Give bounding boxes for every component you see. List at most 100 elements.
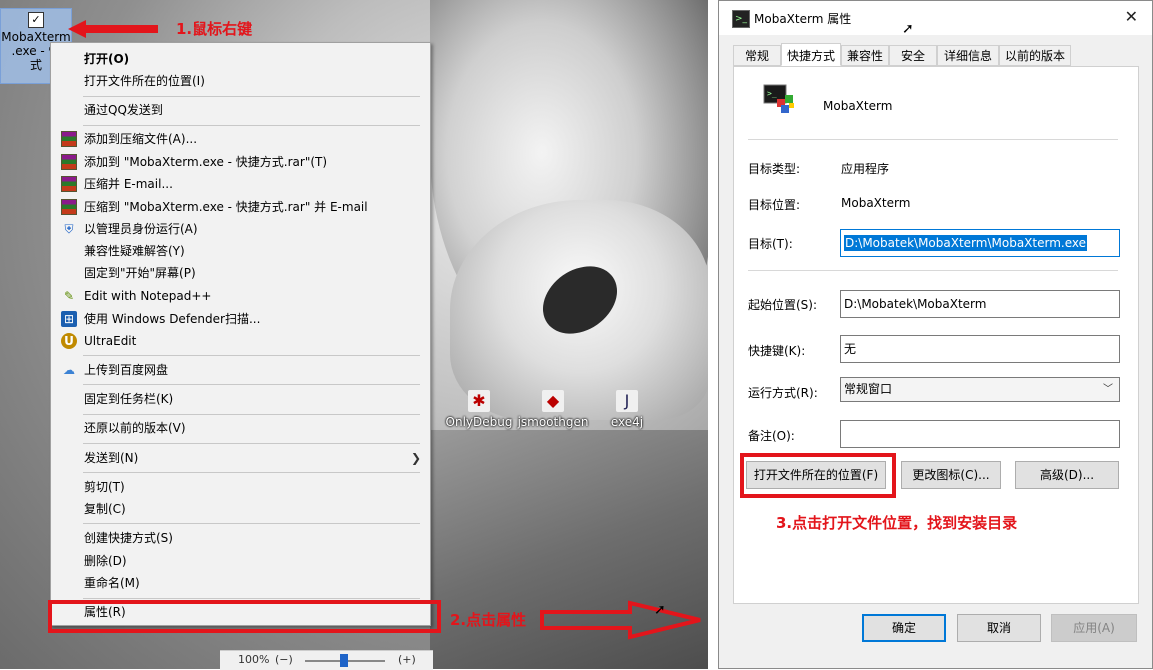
menu-item-label: 打开(O) — [84, 52, 130, 66]
menu-item-label: Edit with Notepad++ — [84, 289, 212, 303]
menu-item-compress-rar-email[interactable]: 压缩到 "MobaXterm.exe - 快捷方式.rar" 并 E-mail — [52, 196, 429, 218]
menu-item-label: 发送到(N) — [84, 451, 139, 465]
menu-item-label: 使用 Windows Defender扫描... — [84, 312, 261, 326]
comment-input[interactable] — [840, 420, 1120, 448]
menu-item-label: 以管理员身份运行(A) — [84, 222, 198, 236]
cancel-button[interactable]: 取消 — [957, 614, 1041, 642]
dialog-titlebar[interactable]: >_ MobaXterm 属性 ✕ — [719, 1, 1152, 35]
desktop-icon-exe4j[interactable]: J exe4j — [605, 390, 649, 429]
menu-item-add-archive[interactable]: 添加到压缩文件(A)... — [52, 128, 429, 150]
winrar-icon — [61, 176, 77, 192]
menu-item-label: 固定到任务栏(K) — [84, 392, 174, 406]
start-in-label: 起始位置(S): — [748, 298, 818, 312]
start-in-input[interactable]: D:\Mobatek\MobaXterm — [840, 290, 1120, 318]
menu-separator — [83, 598, 420, 599]
target-input-text: D:\Mobatek\MobaXterm\MobaXterm.exe — [844, 235, 1087, 251]
tab-compatibility[interactable]: 兼容性 — [841, 45, 889, 66]
tab-details[interactable]: 详细信息 — [937, 45, 999, 66]
desktop-icon-jsmoothgen[interactable]: ◆ jsmoothgen — [516, 390, 590, 429]
menu-separator — [83, 355, 420, 356]
menu-separator — [83, 414, 420, 415]
change-icon-button[interactable]: 更改图标(C)... — [901, 461, 1001, 489]
winrar-icon — [61, 131, 77, 147]
shortcut-key-input[interactable]: 无 — [840, 335, 1120, 363]
menu-item-baidu-upload[interactable]: ☁ 上传到百度网盘 — [52, 359, 429, 381]
menu-item-defender-scan[interactable]: ⊞ 使用 Windows Defender扫描... — [52, 308, 429, 330]
menu-item-label: 固定到"开始"屏幕(P) — [84, 266, 196, 280]
menu-item-send-to[interactable]: 发送到(N) ❯ — [52, 447, 429, 469]
winrar-icon — [61, 199, 77, 215]
menu-item-label: 删除(D) — [84, 554, 127, 568]
advanced-button[interactable]: 高级(D)... — [1015, 461, 1119, 489]
annotation-step2: 2.点击属性 — [450, 611, 527, 629]
desktop-icon-label: jsmoothgen — [517, 415, 589, 429]
check-icon: ✓ — [28, 12, 44, 28]
desktop-background: ✓ MobaXterm .exe - 快 式 ✱ OnlyDebug ◆ jsm… — [0, 0, 708, 669]
mobaxterm-large-icon: >_ — [763, 84, 794, 113]
zoom-in-button[interactable]: (+) — [398, 653, 416, 666]
menu-item-run-as-admin[interactable]: ⛨ 以管理员身份运行(A) — [52, 218, 429, 240]
mouse-cursor-icon: ➚ — [902, 21, 914, 37]
highlight-open-location — [740, 453, 896, 498]
target-type-label: 目标类型: — [748, 162, 801, 176]
run-select[interactable]: 常规窗口 ﹀ — [840, 377, 1120, 402]
dialog-title: MobaXterm 属性 — [754, 12, 852, 26]
context-menu: 打开(O) 打开文件所在的位置(I) 通过QQ发送到 添加到压缩文件(A)...… — [50, 42, 431, 626]
menu-item-label: 剪切(T) — [84, 480, 125, 494]
menu-item-label: 打开文件所在的位置(I) — [84, 74, 205, 88]
target-label: 目标(T): — [748, 237, 793, 251]
zoom-slider-thumb[interactable] — [340, 654, 348, 667]
menu-item-cut[interactable]: 剪切(T) — [52, 476, 429, 498]
menu-item-pin-start[interactable]: 固定到"开始"屏幕(P) — [52, 262, 429, 284]
menu-item-pin-taskbar[interactable]: 固定到任务栏(K) — [52, 388, 429, 410]
menu-separator — [83, 384, 420, 385]
tab-shortcut[interactable]: 快捷方式 — [781, 43, 841, 66]
run-label: 运行方式(R): — [748, 386, 818, 400]
menu-separator — [83, 125, 420, 126]
zoom-out-button[interactable]: (−) — [275, 653, 293, 666]
zoom-statusbar: 100% (−) (+) — [220, 650, 433, 670]
menu-item-label: 添加到压缩文件(A)... — [84, 132, 198, 146]
target-type-value: 应用程序 — [841, 162, 890, 176]
mobaxterm-app-icon: >_ — [732, 10, 750, 28]
menu-separator — [83, 443, 420, 444]
menu-item-label: 兼容性疑难解答(Y) — [84, 244, 185, 258]
tab-general[interactable]: 常规 — [733, 45, 781, 66]
winrar-icon — [61, 154, 77, 170]
menu-item-restore-versions[interactable]: 还原以前的版本(V) — [52, 417, 429, 439]
ultraedit-icon: U — [61, 333, 77, 349]
notepad-icon: ✎ — [63, 289, 75, 303]
chevron-down-icon: ﹀ — [1103, 384, 1113, 395]
ok-button[interactable]: 确定 — [862, 614, 946, 642]
tab-security[interactable]: 安全 — [889, 45, 937, 66]
close-icon[interactable]: ✕ — [1125, 7, 1138, 26]
highlight-properties — [48, 600, 441, 633]
tab-previous-versions[interactable]: 以前的版本 — [999, 45, 1071, 66]
annotation-arrow-left — [68, 20, 158, 38]
annotation-step1: 1.鼠标右键 — [176, 20, 253, 38]
menu-item-compress-email[interactable]: 压缩并 E-mail... — [52, 173, 429, 195]
desktop-icon-onlydebug[interactable]: ✱ OnlyDebug — [444, 390, 514, 429]
target-input[interactable]: D:\Mobatek\MobaXterm\MobaXterm.exe — [840, 229, 1120, 257]
divider — [748, 139, 1118, 140]
menu-item-send-qq[interactable]: 通过QQ发送到 — [52, 99, 429, 121]
target-location-label: 目标位置: — [748, 198, 801, 212]
menu-item-add-rar[interactable]: 添加到 "MobaXterm.exe - 快捷方式.rar"(T) — [52, 151, 429, 173]
menu-item-create-shortcut[interactable]: 创建快捷方式(S) — [52, 527, 429, 549]
menu-item-open-location[interactable]: 打开文件所在的位置(I) — [52, 70, 429, 92]
apply-button: 应用(A) — [1051, 614, 1137, 642]
menu-item-compat-troubleshoot[interactable]: 兼容性疑难解答(Y) — [52, 240, 429, 262]
comment-label: 备注(O): — [748, 429, 795, 443]
run-select-value: 常规窗口 — [844, 382, 893, 396]
menu-item-delete[interactable]: 删除(D) — [52, 550, 429, 572]
menu-separator — [83, 96, 420, 97]
menu-item-notepadpp[interactable]: ✎ Edit with Notepad++ — [52, 285, 429, 307]
onlydebug-icon: ✱ — [468, 390, 490, 412]
desktop-icon-label: exe4j — [610, 415, 644, 429]
menu-item-open[interactable]: 打开(O) — [52, 48, 429, 70]
menu-item-label: 复制(C) — [84, 502, 126, 516]
menu-item-ultraedit[interactable]: U UltraEdit — [52, 330, 429, 352]
menu-item-rename[interactable]: 重命名(M) — [52, 572, 429, 594]
app-name: MobaXterm — [823, 99, 893, 113]
menu-item-copy[interactable]: 复制(C) — [52, 498, 429, 520]
